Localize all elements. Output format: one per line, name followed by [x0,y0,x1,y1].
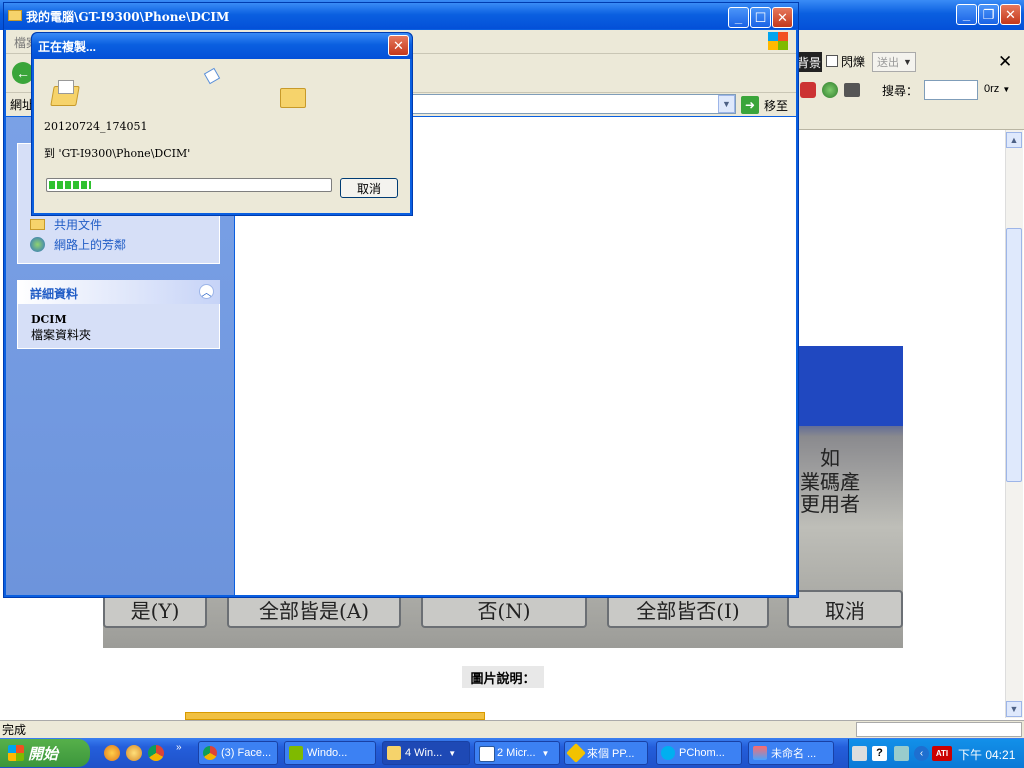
quicklaunch-chrome-icon[interactable] [148,745,164,761]
taskbar-item-label: 來個 PP... [587,748,635,760]
details-body: DCIM 檔案資料夾 [17,304,220,349]
search-dropdown-value: 0rz [984,83,1000,95]
taskbar-item-untitled[interactable]: 未命名 ... [748,741,834,765]
send-button-label: 送出 [877,57,899,69]
taskbar-clock[interactable]: 下午 04:21 [958,746,1015,763]
scrollbar-thumb[interactable] [1006,228,1022,482]
go-arrow-icon[interactable]: ➜ [741,96,759,114]
taskbar-item-pchome[interactable]: PChom... [656,741,742,765]
copy-destination: 到 'GT-I9300\Phone\DCIM' [44,147,191,160]
chevron-down-icon: ▼ [903,57,912,67]
skype-icon [661,746,675,760]
copy-progress-bar [46,178,332,192]
ati-icon[interactable]: ATI [932,746,952,761]
copy-filename: 20120724_174051 [44,120,148,133]
taskbar-item-label: 2 Micr... [497,747,536,759]
chevron-down-icon[interactable]: ▼ [718,95,735,113]
globe-icon[interactable] [822,82,838,98]
image-caption: 圖片說明： [462,666,544,688]
details-header-label: 詳細資料 [30,287,79,301]
taskbar-item-label: (3) Face... [221,747,272,759]
window-app-icon [289,746,303,760]
details-name: DCIM [31,313,67,326]
taskbar-item-windows[interactable]: Windo... [284,741,376,765]
keyboard-icon[interactable] [852,746,867,761]
windows-logo-icon [768,32,788,50]
taskbar-item-facebook[interactable]: (3) Face... [198,741,278,765]
browser-toolbar [796,30,1024,130]
copy-dialog-title: 正在複製... [38,39,97,54]
network-tray-icon[interactable] [894,746,909,761]
app-icon [566,743,586,763]
link-network-places[interactable]: 網路上的芳鄰 [54,236,126,253]
taskbar-item-label: PChom... [679,747,725,759]
chrome-icon [203,746,217,760]
cancel-button[interactable]: 取消 [340,178,398,198]
scroll-down-arrow-icon[interactable]: ▼ [1006,701,1022,717]
show-hidden-icons-icon[interactable]: ‹ [914,746,929,761]
chevron-down-icon: ▼ [541,748,550,758]
explorer-close-button[interactable]: ✕ [772,7,793,28]
folder-icon [387,746,401,760]
scroll-up-arrow-icon[interactable]: ▲ [1006,132,1022,148]
word-icon [479,746,495,762]
copy-dialog-titlebar[interactable]: 正在複製... [32,33,412,59]
taskbar-item-ptt[interactable]: 來個 PP... [564,741,648,765]
taskbar-item-label: Windo... [307,747,348,759]
banner-image [185,712,485,720]
paper-icon [58,80,74,94]
browser-minimize-button[interactable]: _ [956,4,977,25]
collapse-chevron-icon[interactable]: ︿ [199,284,214,299]
browser-close-button[interactable]: ✕ [1000,4,1021,25]
details-header[interactable]: 詳細資料 [17,280,220,304]
network-icon [30,237,45,252]
go-button[interactable]: 移至 [764,97,788,114]
photo-text-line: 更用者 [800,492,860,516]
explorer-minimize-button[interactable]: _ [728,7,749,28]
address-input[interactable] [412,94,736,114]
record-icon[interactable] [800,82,816,98]
taskbar-item-microsoft[interactable]: 2 Micr... ▼ [474,741,560,765]
quicklaunch-more-icon[interactable]: » [176,742,182,753]
taskbar-item-label: 未命名 ... [771,748,817,760]
start-label: 開始 [28,745,59,763]
send-button[interactable]: 送出 ▼ [872,52,916,72]
folder-icon [30,219,45,230]
paint-icon [753,746,767,760]
status-text: 完成 [2,723,27,737]
explorer-maximize-button[interactable]: ☐ [750,7,771,28]
blink-checkbox[interactable] [826,55,838,67]
search-label: 搜尋： [882,84,919,98]
browser-toolbar-button[interactable]: 背景 [796,52,822,72]
status-panel [856,722,1022,737]
destination-folder-icon [280,88,306,108]
chevron-down-icon: ▼ [1002,85,1011,94]
windows-flag-icon [8,745,24,761]
photo-button: 取消 [787,590,903,628]
link-shared-documents[interactable]: 共用文件 [54,216,102,233]
explorer-title: 我的電腦\GT-I9300\Phone\DCIM [26,9,230,24]
taskbar-item-explorer[interactable]: 4 Win... ▼ [382,741,470,765]
progress-fill [49,181,91,189]
explorer-titlebar[interactable]: 我的電腦\GT-I9300\Phone\DCIM [4,3,798,29]
copy-dialog-close-button[interactable]: ✕ [388,35,409,56]
help-icon[interactable]: ? [872,746,887,761]
taskbar-item-label: 4 Win... [405,747,443,759]
folder-icon [8,10,22,21]
quicklaunch-messenger-icon[interactable] [126,745,142,761]
chevron-down-icon: ▼ [448,748,457,758]
browser-restore-button[interactable]: ❐ [978,4,999,25]
blink-checkbox-label: 閃爍 [841,55,866,69]
search-input[interactable] [924,80,978,100]
media-icon[interactable] [844,83,860,97]
search-dropdown[interactable]: 0rz ▼ [984,83,1010,95]
quicklaunch-firefox-icon[interactable] [104,745,120,761]
close-toolbar-icon[interactable]: ✕ [998,52,1012,72]
photo-blue-area [798,346,903,426]
details-type: 檔案資料夾 [31,328,92,342]
